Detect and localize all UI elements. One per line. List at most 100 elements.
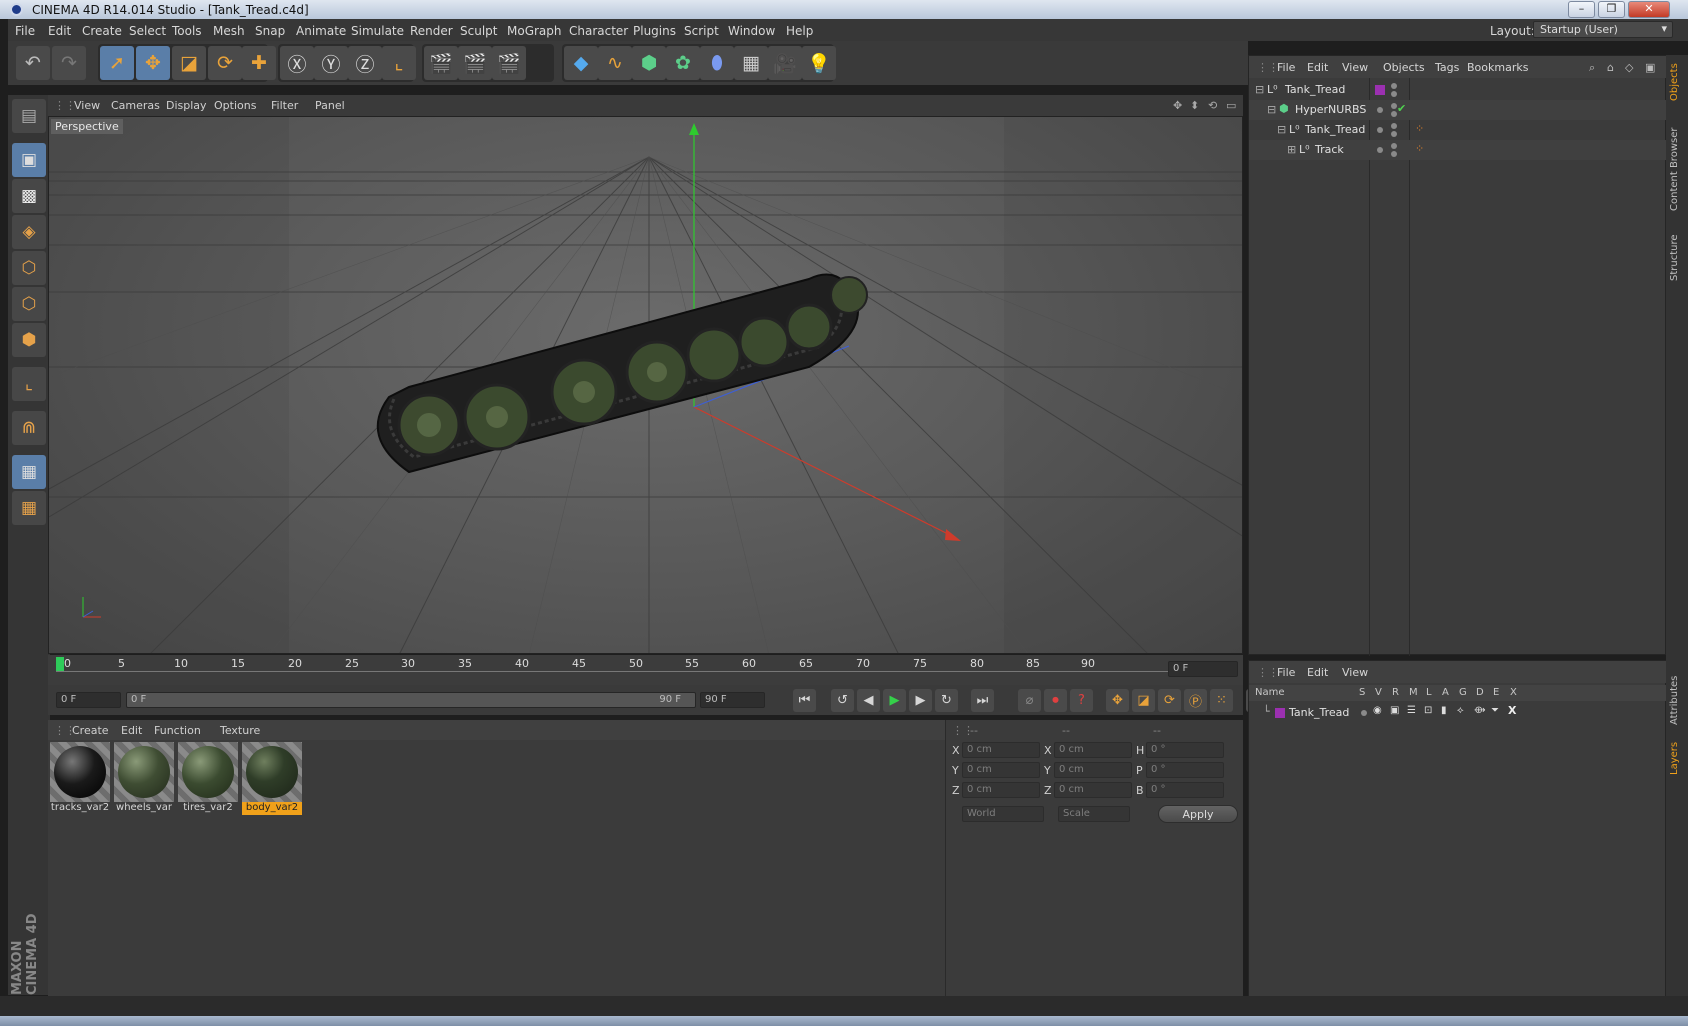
viewport-menu-cameras[interactable]: Cameras (111, 99, 160, 112)
size-mode-dropdown[interactable]: Scale (1058, 806, 1130, 822)
menu-mograph[interactable]: MoGraph (507, 24, 562, 38)
spline-button[interactable]: ∿ (598, 46, 632, 80)
x-axis-button[interactable]: Ⓧ (280, 46, 314, 80)
object-menu-bookmarks[interactable]: Bookmarks (1467, 61, 1528, 74)
animation-icon[interactable]: ▮ (1441, 705, 1447, 716)
menu-animate[interactable]: Animate (296, 24, 346, 38)
texture-mode-button[interactable]: ▩ (12, 179, 46, 213)
solo-toggle[interactable] (1361, 710, 1367, 716)
editor-visibility-dot[interactable] (1391, 123, 1397, 129)
tab-objects[interactable]: Objects (1669, 61, 1685, 101)
expression-icon[interactable]: ⏷ (1491, 705, 1499, 716)
viewport-rotate-icon[interactable]: ⟲ (1208, 99, 1217, 112)
editor-visibility-dot[interactable] (1391, 143, 1397, 149)
key-rotation-button[interactable]: ⟳ (1158, 689, 1181, 712)
render-visibility-dot[interactable] (1391, 91, 1397, 97)
object-row[interactable]: ⊞ L⁰ Track ⁘ (1249, 140, 1667, 160)
menu-help[interactable]: Help (786, 24, 813, 38)
apply-button[interactable]: Apply (1158, 805, 1238, 823)
workplane-lock-button[interactable]: ▦ (12, 455, 46, 489)
viewport-menu-panel[interactable]: Panel (315, 99, 345, 112)
manager-icon[interactable]: ☰ (1407, 705, 1416, 716)
tab-attributes[interactable]: Attributes (1669, 665, 1685, 725)
render-picture-viewer-button[interactable]: 🎬 (458, 46, 492, 80)
menu-script[interactable]: Script (684, 24, 719, 38)
layout-dropdown[interactable]: Startup (User) ▾ (1533, 21, 1673, 38)
coordinate-system-button[interactable]: ⌞ (382, 46, 416, 80)
menu-snap[interactable]: Snap (255, 24, 285, 38)
render-icon[interactable]: ▣ (1390, 705, 1399, 716)
next-frame-button[interactable]: ▶ (909, 689, 932, 712)
layer-row[interactable]: └ Tank_Tread ◉ ▣ ☰ ⊡ ▮ ⟡ ⟴ ⏷ X (1249, 703, 1667, 723)
undo-button[interactable]: ↶ (16, 46, 50, 80)
size-x-field[interactable]: 0 cm (1054, 742, 1132, 758)
start-frame-field[interactable]: 0 F (56, 692, 121, 708)
menu-window[interactable]: Window (728, 24, 775, 38)
render-view-button[interactable]: 🎬 (424, 46, 458, 80)
light-button[interactable]: 💡 (802, 46, 836, 80)
scale-tool-button[interactable]: ◪ (172, 46, 206, 80)
menu-create[interactable]: Create (82, 24, 122, 38)
camera-button[interactable]: 🎥 (768, 46, 802, 80)
menu-select[interactable]: Select (129, 24, 166, 38)
collapse-icon[interactable]: ⊟ (1267, 103, 1276, 116)
axis-mode-button[interactable]: ⌞ (12, 367, 46, 401)
object-menu-tags[interactable]: Tags (1435, 61, 1459, 74)
layer-color-swatch[interactable] (1275, 708, 1285, 718)
go-to-end-button[interactable]: ⏭ (971, 689, 994, 712)
recent-tool-button[interactable]: ✚ (242, 46, 276, 80)
layer-menu-view[interactable]: View (1342, 666, 1368, 679)
deformer-button[interactable]: ⬮ (700, 46, 734, 80)
key-parameter-button[interactable]: Ⓟ (1184, 689, 1207, 712)
object-row[interactable]: ⊟ L⁰ Tank_Tread (1249, 80, 1667, 100)
cube-object-button[interactable]: ◆ (564, 46, 598, 80)
size-y-field[interactable]: 0 cm (1054, 762, 1132, 778)
object-menu-objects[interactable]: Objects (1383, 61, 1425, 74)
object-menu-edit[interactable]: Edit (1307, 61, 1328, 74)
editor-visibility-dot[interactable] (1391, 83, 1397, 89)
viewport-3d[interactable]: Perspective (48, 116, 1243, 654)
array-button[interactable]: ✿ (666, 46, 700, 80)
end-frame-field[interactable]: 90 F (700, 692, 765, 708)
size-z-field[interactable]: 0 cm (1054, 782, 1132, 798)
lock-icon[interactable]: ⊡ (1424, 705, 1432, 716)
material-menu-function[interactable]: Function (154, 724, 201, 737)
checkmark-icon[interactable]: ✔ (1397, 102, 1406, 115)
key-scale-button[interactable]: ◪ (1132, 689, 1155, 712)
go-to-start-button[interactable]: ⏮ (793, 689, 816, 712)
search-icon[interactable]: ⌕ (1589, 61, 1595, 75)
render-visibility-dot[interactable] (1391, 151, 1397, 157)
record-keys-button[interactable]: ⌀ (1018, 689, 1041, 712)
render-visibility-dot[interactable] (1391, 131, 1397, 137)
y-axis-button[interactable]: Ⓨ (314, 46, 348, 80)
tag-icon[interactable]: ⁘ (1415, 142, 1424, 155)
xref-icon[interactable]: X (1508, 704, 1516, 717)
eye-icon[interactable]: ◉ (1373, 705, 1382, 716)
object-menu-file[interactable]: File (1277, 61, 1295, 74)
points-mode-button[interactable]: ⬡ (12, 251, 46, 285)
rotation-p-field[interactable]: 0 ° (1146, 762, 1224, 778)
material-menu-create[interactable]: Create (72, 724, 109, 737)
next-key-button[interactable]: ↻ (935, 689, 958, 712)
position-z-field[interactable]: 0 cm (962, 782, 1040, 798)
key-pla-button[interactable]: ⁙ (1210, 689, 1233, 712)
previous-frame-button[interactable]: ◀ (857, 689, 880, 712)
collapse-icon[interactable]: ⊟ (1255, 83, 1264, 96)
nurbs-button[interactable]: ⬢ (632, 46, 666, 80)
menu-plugins[interactable]: Plugins (633, 24, 676, 38)
snapping-button[interactable]: ⋒ (12, 411, 46, 445)
back-icon[interactable]: ◇ (1625, 61, 1633, 74)
timeline-ruler[interactable]: 0 5 10 15 20 25 30 35 40 45 50 55 60 65 … (48, 655, 1243, 685)
new-view-icon[interactable]: ▣ (1645, 61, 1655, 74)
keyframe-selection-button[interactable]: ? (1070, 689, 1093, 712)
material-swatch[interactable]: body_var2 (242, 742, 302, 815)
key-position-button[interactable]: ✥ (1106, 689, 1129, 712)
generator-icon[interactable]: ⟡ (1457, 705, 1464, 716)
coordinate-system-dropdown[interactable]: World (962, 806, 1044, 822)
rotate-tool-button[interactable]: ⟳ (208, 46, 242, 80)
tab-structure[interactable]: Structure (1669, 225, 1685, 281)
viewport-menu-view[interactable]: View (74, 99, 100, 112)
model-mode-button[interactable]: ▣ (12, 143, 46, 177)
minimize-button[interactable]: – (1568, 1, 1595, 18)
workplane-align-button[interactable]: ▦ (12, 491, 46, 525)
